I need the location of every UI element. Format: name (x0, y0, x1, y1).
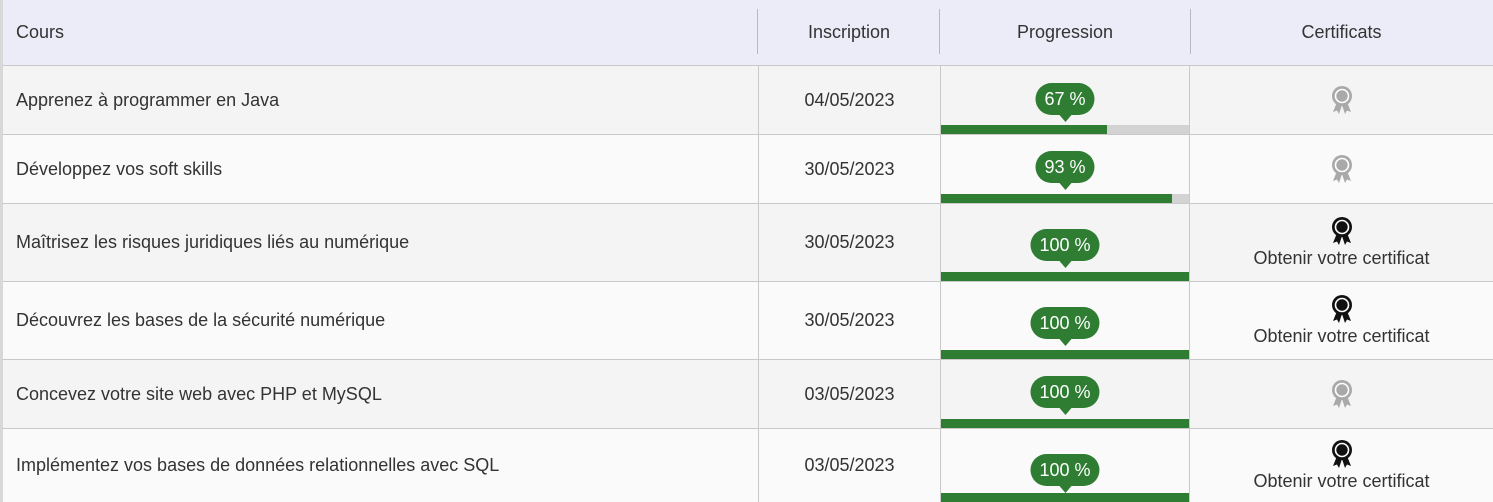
table-row[interactable]: Maîtrisez les risques juridiques liés au… (3, 204, 1493, 282)
progress-bar-fill (941, 419, 1189, 428)
progress-bar (941, 493, 1189, 502)
course-title[interactable]: Développez vos soft skills (3, 135, 758, 203)
award-medal-icon[interactable] (1330, 439, 1354, 469)
certificate-cell (1190, 66, 1493, 134)
column-header-course[interactable]: Cours (16, 0, 64, 65)
award-medal-icon[interactable] (1330, 294, 1354, 324)
table-row[interactable]: Développez vos soft skills 30/05/2023 93 % (3, 135, 1493, 204)
inscription-date: 03/05/2023 (758, 429, 940, 502)
progress-badge: 100 % (1030, 307, 1100, 339)
award-medal-locked-icon (1330, 379, 1354, 409)
progress-bar (941, 125, 1189, 134)
progress-badge: 100 % (1030, 229, 1100, 261)
progress-bar-fill (941, 350, 1189, 359)
column-header-inscription[interactable]: Inscription (758, 0, 940, 65)
column-header-progression[interactable]: Progression (940, 0, 1190, 65)
get-certificate-link[interactable]: Obtenir votre certificat (1253, 471, 1429, 492)
course-title[interactable]: Apprenez à programmer en Java (3, 66, 758, 134)
courses-table: Cours Inscription Progression Certificat… (0, 0, 1493, 502)
progress-bar (941, 194, 1189, 203)
certificate-cell[interactable]: Obtenir votre certificat (1190, 282, 1493, 359)
progress-cell: 100 % (940, 429, 1190, 502)
award-medal-locked-icon (1330, 154, 1354, 184)
progress-bar-fill (941, 194, 1172, 203)
progress-bar (941, 419, 1189, 428)
table-row[interactable]: Concevez votre site web avec PHP et MySQ… (3, 360, 1493, 429)
progress-bar-fill (941, 272, 1189, 281)
get-certificate-link[interactable]: Obtenir votre certificat (1253, 248, 1429, 269)
inscription-date: 30/05/2023 (758, 282, 940, 359)
progress-badge: 67 % (1035, 83, 1095, 115)
inscription-date: 03/05/2023 (758, 360, 940, 428)
progress-cell: 93 % (940, 135, 1190, 203)
certificate-cell (1190, 360, 1493, 428)
award-medal-icon[interactable] (1330, 216, 1354, 246)
progress-bar (941, 272, 1189, 281)
inscription-date: 30/05/2023 (758, 135, 940, 203)
progress-cell: 67 % (940, 66, 1190, 134)
award-medal-locked-icon (1330, 85, 1354, 115)
certificate-cell[interactable]: Obtenir votre certificat (1190, 429, 1493, 502)
progress-badge: 100 % (1030, 454, 1100, 486)
certificate-cell[interactable]: Obtenir votre certificat (1190, 204, 1493, 281)
progress-cell: 100 % (940, 360, 1190, 428)
table-row[interactable]: Implémentez vos bases de données relatio… (3, 429, 1493, 502)
progress-cell: 100 % (940, 282, 1190, 359)
table-row[interactable]: Apprenez à programmer en Java 04/05/2023 6… (3, 66, 1493, 135)
course-title[interactable]: Concevez votre site web avec PHP et MySQ… (3, 360, 758, 428)
course-title[interactable]: Implémentez vos bases de données relatio… (3, 429, 758, 502)
get-certificate-link[interactable]: Obtenir votre certificat (1253, 326, 1429, 347)
course-title[interactable]: Découvrez les bases de la sécurité numér… (3, 282, 758, 359)
progress-badge: 93 % (1035, 151, 1095, 183)
progress-cell: 100 % (940, 204, 1190, 281)
table-row[interactable]: Découvrez les bases de la sécurité numér… (3, 282, 1493, 360)
column-header-certificates[interactable]: Certificats (1190, 0, 1493, 65)
progress-bar-fill (941, 125, 1108, 134)
course-title[interactable]: Maîtrisez les risques juridiques liés au… (3, 204, 758, 281)
table-header: Cours Inscription Progression Certificat… (3, 0, 1493, 66)
inscription-date: 04/05/2023 (758, 66, 940, 134)
certificate-cell (1190, 135, 1493, 203)
progress-bar-fill (941, 493, 1189, 502)
inscription-date: 30/05/2023 (758, 204, 940, 281)
progress-bar (941, 350, 1189, 359)
progress-badge: 100 % (1030, 376, 1100, 408)
